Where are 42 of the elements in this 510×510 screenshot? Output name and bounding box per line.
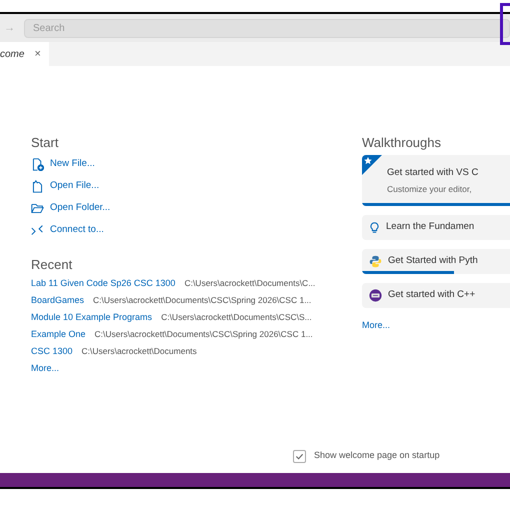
remote-connect-icon: [31, 224, 44, 236]
walkthrough-card[interactable]: Get started with VS C Customize your editor,: [362, 155, 510, 206]
folder-path: C:\Users\acrockett\Documents\CSC\S...: [161, 311, 312, 324]
walkthrough-card[interactable]: Get started with C++: [362, 283, 510, 308]
start-link[interactable]: Connect to...: [31, 219, 362, 241]
cpp-icon: [369, 289, 382, 302]
folder-path: C:\Users\acrockett\Documents: [82, 345, 197, 358]
walkthrough-title: Get started with C++: [388, 288, 476, 302]
folder-path: C:\Users\acrockett\Documents\CSC\Spring 2026\CSC 1...: [93, 294, 312, 307]
section-heading: Recent: [31, 257, 74, 273]
checkbox[interactable]: [293, 450, 306, 462]
star-badge-icon: [362, 155, 382, 175]
folder-icon: [31, 202, 44, 214]
highlight-frame: [500, 3, 510, 45]
folder-path: C:\Users\acrockett\Documents\CSC\Spring 2026\CSC 1...: [94, 328, 313, 341]
recent-folder-link[interactable]: BoardGames: [31, 294, 84, 308]
start-link[interactable]: New File...: [31, 153, 362, 175]
more-link[interactable]: More...: [31, 360, 60, 377]
search-field[interactable]: Search: [24, 18, 510, 38]
walkthrough-card[interactable]: Get Started with Pyth: [362, 249, 510, 274]
editor-tab[interactable]: come ×: [0, 42, 49, 66]
more-link[interactable]: More...: [362, 319, 390, 332]
walkthrough-title: Get started with VS C: [387, 166, 478, 180]
walkthrough-description: Customize your editor,: [387, 182, 473, 196]
walkthrough-title: Learn the Fundamen: [386, 220, 474, 234]
recent-folder-link[interactable]: CSC 1300: [31, 344, 73, 358]
recent-folder-link[interactable]: Module 10 Example Programs: [31, 310, 152, 324]
start-link[interactable]: Open Folder...: [31, 197, 362, 219]
recent-folder-link[interactable]: Lab 11 Given Code Sp26 CSC 1300: [31, 276, 176, 290]
lightbulb-icon: [369, 222, 380, 234]
check-icon: [295, 452, 304, 460]
walkthrough-card[interactable]: Learn the Fundamen: [362, 215, 510, 240]
section-heading: Walkthroughs: [362, 135, 442, 151]
walkthrough-title: Get Started with Pyth: [388, 254, 478, 268]
checkbox-label: Show welcome page on startup: [314, 449, 440, 462]
section-heading: Start: [31, 135, 60, 151]
folder-path: C:\Users\acrockett\Documents\C...: [184, 277, 316, 290]
recent-folder-link[interactable]: Example One: [31, 328, 86, 342]
close-icon[interactable]: ×: [34, 46, 41, 62]
new-file-icon: [31, 158, 44, 170]
start-link[interactable]: Open File...: [31, 175, 362, 197]
python-icon: [369, 255, 382, 268]
